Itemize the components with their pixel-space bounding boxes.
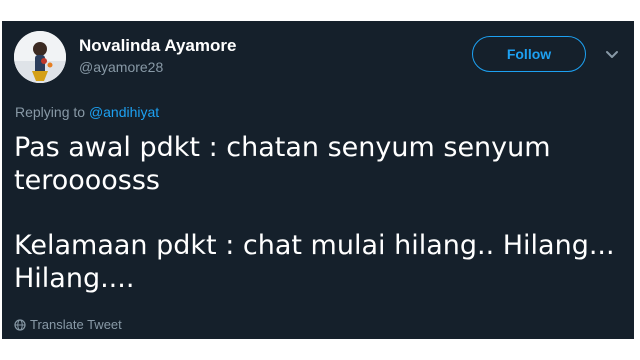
avatar[interactable]	[14, 31, 66, 83]
tweet-text-line: Kelamaan pdkt : chat mulai hilang.. Hila…	[14, 230, 615, 261]
tweet-text-line: Pas awal pdkt : chatan senyum senyum	[14, 132, 551, 163]
tweet-text-line: Hilang....	[14, 263, 135, 294]
reply-handle-link[interactable]: @andihiyat	[89, 104, 159, 120]
author-handle[interactable]: @ayamore28	[79, 59, 163, 75]
globe-icon	[14, 318, 26, 331]
author-display-name[interactable]: Novalinda Ayamore	[79, 36, 236, 56]
tweet-text-line: teroooosss	[14, 165, 160, 196]
replying-to: Replying to @andihiyat	[15, 104, 159, 120]
replying-to-label: Replying to	[15, 104, 89, 120]
avatar-photo-icon	[14, 31, 66, 83]
chevron-down-icon[interactable]	[604, 46, 620, 62]
tweet-text: Pas awal pdkt : chatan senyum senyum ter…	[14, 131, 615, 295]
translate-tweet-label: Translate Tweet	[30, 317, 122, 332]
follow-button[interactable]: Follow	[472, 36, 586, 72]
translate-tweet-link[interactable]: Translate Tweet	[14, 317, 122, 332]
tweet-card: Novalinda Ayamore @ayamore28 Follow Repl…	[2, 21, 634, 339]
